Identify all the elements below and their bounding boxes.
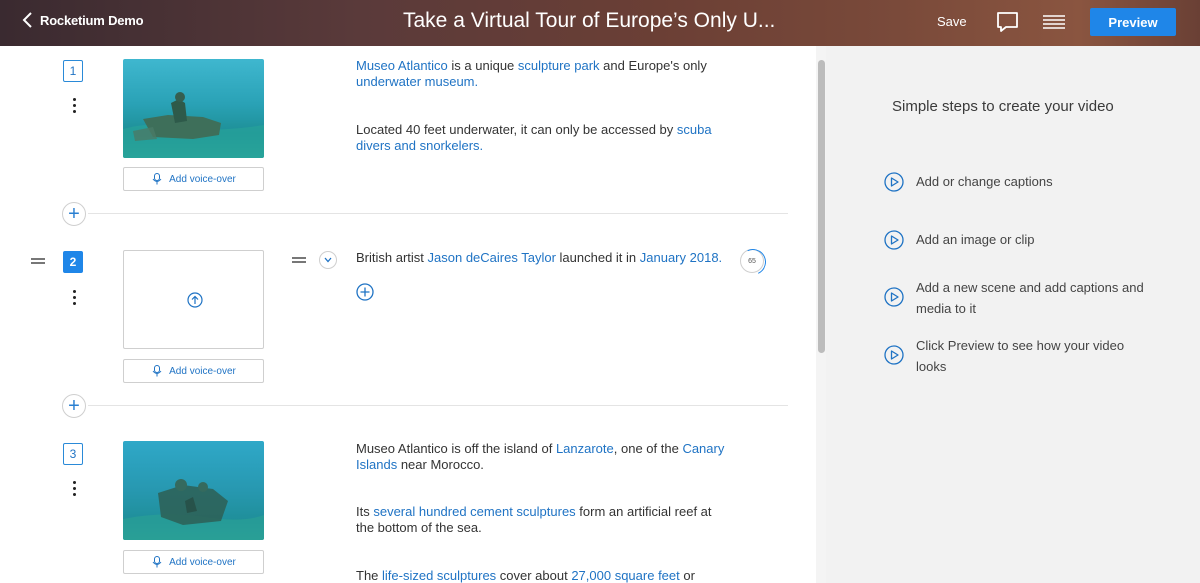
help-step-text: Click Preview to see how your video look… <box>916 338 1125 374</box>
scene-3-caption-1[interactable]: Museo Atlantico is off the island of Lan… <box>356 441 731 473</box>
preview-button[interactable]: Preview <box>1090 8 1176 36</box>
play-circle-icon <box>884 287 904 307</box>
microphone-icon <box>152 173 162 185</box>
caption-expand-button[interactable] <box>319 251 337 269</box>
caption-link: Museo Atlantico <box>356 58 448 73</box>
microphone-icon <box>152 556 162 568</box>
underwater-image <box>123 92 264 158</box>
scene-2-drag-handle-icon[interactable] <box>31 258 45 266</box>
help-step-text: Add or change captions <box>916 174 1053 189</box>
save-button[interactable]: Save <box>937 14 967 29</box>
video-title[interactable]: Take a Virtual Tour of Europe’s Only U..… <box>403 9 775 33</box>
caption-link: several hundred cement sculptures <box>373 504 576 519</box>
caption-link: Lanzarote <box>555 441 614 456</box>
scene-3-media-thumbnail[interactable] <box>123 441 264 540</box>
help-step-1[interactable]: Add or change captions <box>884 171 1156 192</box>
chevron-left-icon <box>22 12 32 28</box>
comment-icon[interactable] <box>995 10 1021 34</box>
scrollbar-thumb[interactable] <box>818 60 825 353</box>
add-caption-icon[interactable] <box>356 283 374 301</box>
back-link[interactable]: Rocketium Demo <box>22 12 144 28</box>
caption-drag-handle-icon[interactable] <box>292 257 306 265</box>
caption-link: life-sized sculptures <box>382 568 497 583</box>
help-panel-title: Simple steps to create your video <box>892 98 1114 115</box>
scene-2-caption-1[interactable]: British artist Jason deCaires Taylor lau… <box>356 250 731 266</box>
scene-number-2[interactable]: 2 <box>63 251 83 273</box>
help-step-2[interactable]: Add an image or clip <box>884 229 1156 250</box>
voice-over-label: Add voice-over <box>169 365 236 377</box>
add-scene-button[interactable]: + <box>62 202 86 226</box>
caption-text: near Morocco. <box>397 457 484 472</box>
scene-number-3[interactable]: 3 <box>63 443 83 465</box>
caption-link: underwater museum. <box>356 74 479 89</box>
caption-link: 27,000 square feet <box>571 568 680 583</box>
underwater-image <box>123 479 264 540</box>
scene-divider <box>88 405 788 406</box>
caption-text: Museo Atlantico is off the island of <box>356 441 556 456</box>
chevron-down-icon <box>324 257 332 263</box>
caption-link-misspelled: deCaires <box>465 250 518 265</box>
caption-link: January 2018. <box>639 250 723 265</box>
menu-icon[interactable] <box>1041 10 1067 34</box>
top-bar: Rocketium Demo Take a Virtual Tour of Eu… <box>0 0 1200 46</box>
scene-2-add-voice-over-button[interactable]: Add voice-over <box>123 359 264 383</box>
play-circle-icon <box>884 172 904 192</box>
play-circle-icon <box>884 345 904 365</box>
back-label: Rocketium Demo <box>40 12 144 28</box>
caption-text: The <box>356 568 383 583</box>
upload-icon[interactable] <box>187 292 203 308</box>
caption-text: and Europe's only <box>599 58 707 73</box>
scene-2-more-icon[interactable] <box>72 290 76 306</box>
scene-number-1[interactable]: 1 <box>63 60 83 82</box>
caption-text: cover about <box>496 568 572 583</box>
help-step-text: Add an image or clip <box>916 232 1035 247</box>
scene-3-more-icon[interactable] <box>72 481 76 497</box>
caption-text: launched it in <box>555 250 640 265</box>
caption-link: Jason <box>427 250 466 265</box>
caption-text: Its <box>356 504 374 519</box>
caption-link: Taylor <box>517 250 556 265</box>
scene-1-caption-1[interactable]: Museo Atlantico is a unique sculpture pa… <box>356 58 731 90</box>
scene-1-more-icon[interactable] <box>72 98 76 114</box>
scene-1-add-voice-over-button[interactable]: Add voice-over <box>123 167 264 191</box>
help-step-3[interactable]: Add a new scene and add captions and med… <box>884 277 1156 319</box>
scene-1-caption-2[interactable]: Located 40 feet underwater, it can only … <box>356 122 731 154</box>
microphone-icon <box>152 365 162 377</box>
voice-over-label: Add voice-over <box>169 173 236 185</box>
voice-over-label: Add voice-over <box>169 556 236 568</box>
scene-3-caption-3[interactable]: The life-sized sculptures cover about 27… <box>356 568 731 583</box>
play-circle-icon <box>884 230 904 250</box>
caption-text: or <box>679 568 695 583</box>
caption-text: is a unique <box>447 58 518 73</box>
help-step-text: Add a new scene and add captions and med… <box>916 280 1144 316</box>
scene-3-add-voice-over-button[interactable]: Add voice-over <box>123 550 264 574</box>
caption-text: , one of the <box>613 441 683 456</box>
caption-text: Located 40 feet underwater, it can only … <box>356 122 677 137</box>
character-count-badge: 65 <box>740 249 764 273</box>
scene-1-media-thumbnail[interactable] <box>123 59 264 158</box>
scene-divider <box>88 213 788 214</box>
scene-3-caption-2[interactable]: Its several hundred cement sculptures fo… <box>356 504 731 536</box>
help-step-4[interactable]: Click Preview to see how your video look… <box>884 335 1156 377</box>
caption-link: sculpture park <box>517 58 600 73</box>
add-scene-button[interactable]: + <box>62 394 86 418</box>
caption-text: British artist <box>356 250 428 265</box>
